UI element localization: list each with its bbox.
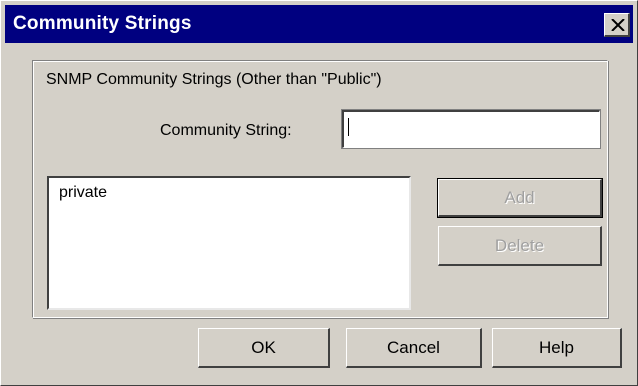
title-bar[interactable]: Community Strings — [5, 5, 633, 43]
community-string-input[interactable] — [341, 109, 601, 149]
ok-button[interactable]: OK — [198, 328, 330, 368]
close-button[interactable] — [604, 13, 630, 37]
window-title: Community Strings — [13, 13, 192, 34]
cancel-button[interactable]: Cancel — [346, 328, 482, 368]
add-button[interactable]: Add — [437, 178, 603, 218]
list-item[interactable]: private — [59, 184, 107, 202]
group-label: SNMP Community Strings (Other than "Publ… — [46, 71, 382, 88]
help-button[interactable]: Help — [492, 328, 622, 368]
community-strings-list[interactable]: private — [47, 176, 411, 310]
delete-button[interactable]: Delete — [438, 226, 602, 266]
close-icon — [611, 19, 625, 31]
community-string-label: Community String: — [160, 122, 292, 139]
text-caret — [348, 118, 349, 136]
